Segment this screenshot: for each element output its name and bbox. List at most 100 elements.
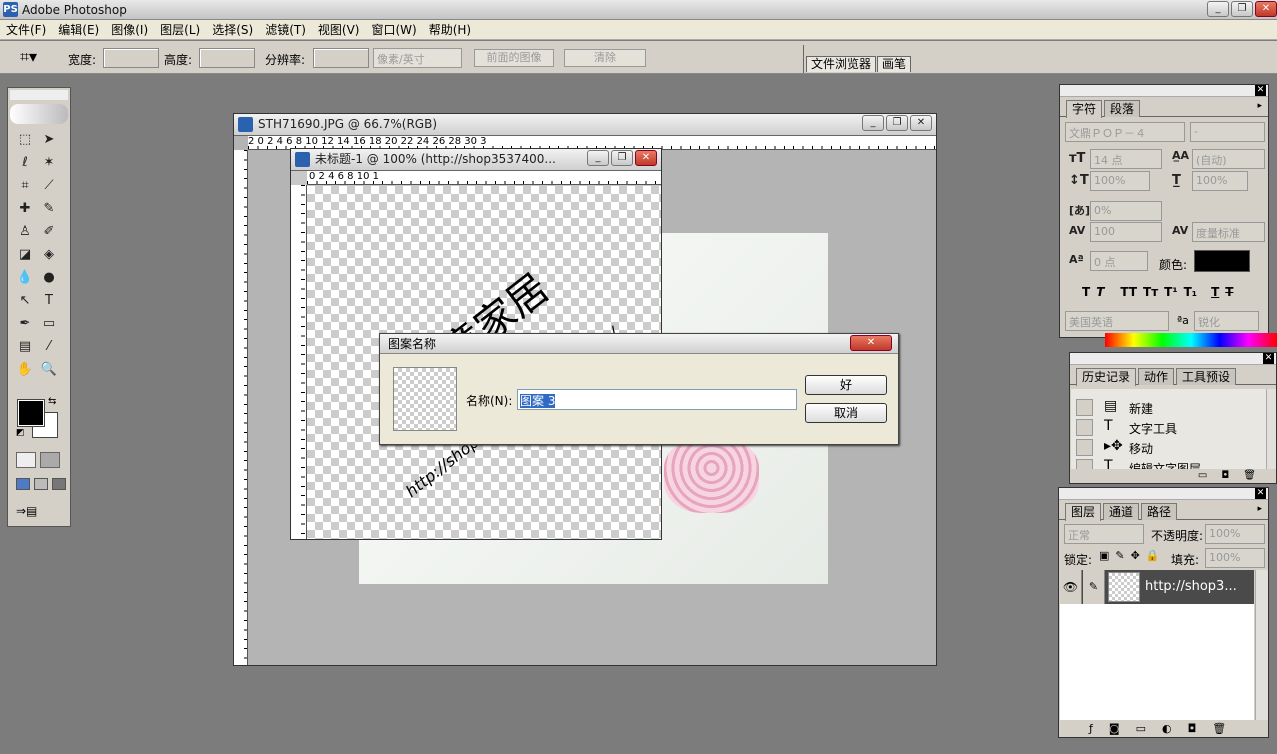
faux-italic-button[interactable]: T: [1096, 285, 1104, 299]
tab-history[interactable]: 历史记录: [1076, 368, 1137, 386]
history-item[interactable]: ▸✥ 移动: [1072, 437, 1266, 457]
character-palette-header[interactable]: ✕: [1060, 85, 1268, 97]
horizontal-scale-field[interactable]: 100%: [1192, 171, 1248, 191]
menu-help[interactable]: 帮助(H): [423, 21, 477, 38]
tab-tool-presets[interactable]: 工具预设: [1176, 368, 1237, 385]
bucket-tool-icon[interactable]: ◈: [38, 245, 60, 265]
restore-button[interactable]: ❐: [1231, 1, 1253, 17]
dialog-titlebar[interactable]: 图案名称 ✕: [380, 334, 898, 354]
menu-edit[interactable]: 编辑(E): [52, 21, 105, 38]
history-scrollbar[interactable]: [1266, 389, 1276, 469]
shape-tool-icon[interactable]: ▭: [38, 314, 60, 334]
doc-main-titlebar[interactable]: STH71690.JPG @ 66.7%(RGB) _ ❐ ✕: [234, 114, 936, 136]
pen-tool-icon[interactable]: ✒: [14, 314, 36, 334]
jump-to-imageready-icon[interactable]: ⇒▤: [16, 504, 40, 520]
crop-tool-preset-icon[interactable]: ⌗▾: [20, 47, 37, 67]
width-input[interactable]: [103, 48, 159, 68]
swap-colors-icon[interactable]: ⇆: [48, 396, 56, 407]
dodge-tool-icon[interactable]: ●: [38, 268, 60, 288]
palette-menu-arrow-icon[interactable]: ▸: [1257, 101, 1262, 111]
layer-brush-link-icon[interactable]: ✎: [1083, 570, 1105, 604]
tab-layers[interactable]: 图层: [1065, 503, 1102, 521]
tab-paths[interactable]: 路径: [1141, 503, 1178, 520]
pattern-name-input[interactable]: 图案 3: [517, 389, 797, 410]
color-ramp[interactable]: [1105, 333, 1277, 347]
trash-icon[interactable]: 🗑: [1243, 470, 1256, 481]
kerning-field[interactable]: 100: [1090, 222, 1162, 242]
screen-mode-full-menu-icon[interactable]: [34, 478, 48, 490]
height-input[interactable]: [199, 48, 255, 68]
feather-logo-icon[interactable]: [10, 104, 68, 124]
menu-select[interactable]: 选择(S): [206, 21, 259, 38]
snapshot-checkbox[interactable]: [1076, 459, 1093, 469]
layers-scrollbar[interactable]: [1255, 570, 1268, 720]
tab-file-browser[interactable]: 文件浏览器: [806, 56, 877, 72]
tab-character[interactable]: 字符: [1066, 100, 1103, 118]
close-button[interactable]: ✕: [1255, 1, 1277, 17]
palette-close-icon[interactable]: ✕: [1263, 353, 1274, 364]
palette-close-icon[interactable]: ✕: [1255, 488, 1266, 499]
screen-mode-full-icon[interactable]: [52, 478, 66, 490]
doc-main-minimize[interactable]: _: [862, 115, 884, 131]
vertical-scale-field[interactable]: 100%: [1090, 171, 1150, 191]
tab-channels[interactable]: 通道: [1103, 503, 1140, 520]
move-tool-icon[interactable]: ➤: [38, 130, 60, 150]
slice-tool-icon[interactable]: ⟋: [38, 176, 60, 196]
delete-layer-icon[interactable]: 🗑: [1212, 722, 1226, 735]
palette-menu-arrow-icon[interactable]: ▸: [1257, 504, 1262, 514]
new-layer-icon[interactable]: ◘: [1188, 722, 1197, 735]
history-brush-icon[interactable]: ✐: [38, 222, 60, 242]
type-tool-icon[interactable]: T: [38, 291, 60, 311]
doc-main-maximize[interactable]: ❐: [886, 115, 908, 131]
new-snapshot-icon[interactable]: ◘: [1221, 470, 1229, 481]
snapshot-checkbox[interactable]: [1076, 419, 1093, 436]
front-image-button[interactable]: 前面的图像: [474, 49, 554, 67]
history-item[interactable]: T 编辑文字图层: [1072, 457, 1266, 469]
magic-wand-icon[interactable]: ✶: [38, 153, 60, 173]
menu-window[interactable]: 窗口(W): [365, 21, 422, 38]
leading-field[interactable]: (自动): [1192, 149, 1265, 169]
crop-tool-icon[interactable]: ⌗: [14, 176, 36, 196]
eyedropper-icon[interactable]: ⁄: [38, 337, 60, 357]
foreground-color-swatch[interactable]: [17, 399, 45, 427]
cancel-button[interactable]: 取消: [805, 403, 887, 423]
language-select[interactable]: 美国英语: [1065, 311, 1169, 331]
snapshot-checkbox[interactable]: [1076, 439, 1093, 456]
opacity-field[interactable]: 100%: [1205, 524, 1265, 544]
history-item[interactable]: T 文字工具: [1072, 417, 1266, 437]
menu-view[interactable]: 视图(V): [312, 21, 366, 38]
tab-brushes[interactable]: 画笔: [877, 56, 912, 72]
minimize-button[interactable]: _: [1207, 1, 1229, 17]
underline-button[interactable]: T: [1211, 285, 1219, 299]
lock-all-icon[interactable]: 🔒: [1146, 549, 1160, 562]
layer-visibility-eye-icon[interactable]: 👁: [1060, 570, 1082, 604]
text-color-swatch[interactable]: [1194, 250, 1250, 272]
font-size-field[interactable]: 14 点: [1090, 149, 1162, 169]
history-item[interactable]: ▤ 新建: [1072, 397, 1266, 417]
new-document-from-state-icon[interactable]: ▭: [1198, 470, 1207, 481]
menu-layer[interactable]: 图层(L): [154, 21, 206, 38]
toolbox-header[interactable]: [10, 90, 68, 100]
tab-paragraph[interactable]: 段落: [1104, 100, 1141, 117]
adjustment-layer-icon[interactable]: ◐: [1162, 722, 1172, 735]
brush-tool-icon[interactable]: ✎: [38, 199, 60, 219]
standard-mode-icon[interactable]: [16, 452, 36, 468]
layer-mask-icon[interactable]: ◙: [1109, 722, 1120, 735]
faux-bold-button[interactable]: T: [1082, 285, 1090, 299]
palette-close-icon[interactable]: ✕: [1255, 85, 1266, 96]
healing-brush-icon[interactable]: ✚: [14, 199, 36, 219]
lock-position-icon[interactable]: ✥: [1131, 549, 1140, 562]
default-colors-icon[interactable]: ◩: [16, 428, 25, 438]
menu-file[interactable]: 文件(F): [0, 21, 52, 38]
stamp-tool-icon[interactable]: ♙: [14, 222, 36, 242]
blend-mode-select[interactable]: 正常: [1064, 524, 1144, 544]
doc-small-close[interactable]: ✕: [635, 150, 657, 166]
unit-select[interactable]: 像素/英寸: [373, 48, 462, 68]
lock-image-icon[interactable]: ✎: [1115, 549, 1124, 562]
layer-row[interactable]: 👁 ✎ http://shop3...: [1060, 570, 1254, 604]
history-palette-header[interactable]: ✕: [1070, 353, 1276, 365]
zoom-tool-icon[interactable]: 🔍: [38, 360, 60, 380]
doc-small-titlebar[interactable]: 未标题-1 @ 100% (http://shop3537400... _ ❐ …: [291, 149, 661, 171]
superscript-button[interactable]: T¹: [1164, 285, 1177, 299]
quickmask-mode-icon[interactable]: [40, 452, 60, 468]
